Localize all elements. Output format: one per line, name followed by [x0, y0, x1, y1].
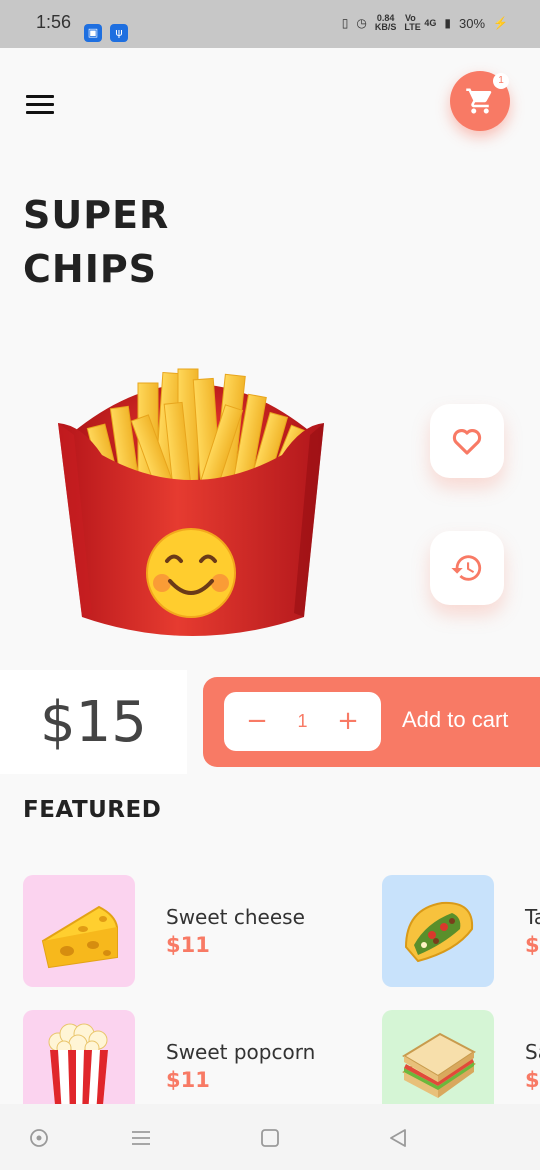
assistant-icon[interactable]: [27, 1126, 51, 1150]
cheese-icon: [41, 905, 118, 969]
usb-icon: ψ: [110, 24, 128, 42]
popcorn-icon: [48, 1023, 108, 1116]
featured-item-thumbnail: [23, 875, 135, 987]
charging-icon: ⚡: [493, 16, 508, 30]
system-navigation-bar: [0, 1104, 540, 1170]
featured-item-price: $11: [166, 933, 210, 957]
add-to-cart-bar: − 1 + Add to cart: [203, 677, 540, 767]
favorite-button[interactable]: [430, 404, 504, 478]
decrease-quantity-button[interactable]: −: [244, 708, 270, 735]
product-price: $15: [40, 689, 147, 755]
taco-icon: [404, 901, 474, 963]
status-indicators: ▯ ◷ 0.84 KB/S Vo LTE 4G ▮ 30% ⚡: [342, 14, 508, 32]
battery-level: 30%: [459, 15, 486, 31]
price-box: $15: [0, 670, 187, 774]
history-button[interactable]: [430, 531, 504, 605]
featured-item-name: Sweet cheese: [166, 905, 305, 929]
status-bar: 1:56 ▣ ψ ▯ ◷ 0.84 KB/S Vo LTE 4G ▮ 30% ⚡: [0, 0, 540, 48]
home-icon[interactable]: [258, 1126, 282, 1150]
featured-item-name: Sa: [525, 1040, 540, 1064]
signal-icon: ▮: [444, 16, 452, 30]
featured-item-price: $11: [166, 1068, 210, 1092]
featured-item-thumbnail: [382, 875, 494, 987]
featured-item-price: $: [525, 933, 540, 957]
vibrate-icon: ▯: [341, 16, 349, 30]
heart-icon: [452, 428, 482, 455]
cart-count-badge: 1: [493, 73, 509, 89]
sandwich-icon: [402, 1032, 476, 1098]
featured-item-name: Ta: [525, 905, 540, 929]
shopping-cart-icon: [466, 88, 492, 114]
featured-item-name: Sweet popcorn: [166, 1040, 316, 1064]
history-icon: [451, 555, 482, 581]
fries-illustration: [58, 368, 324, 636]
alarm-icon: ◷: [356, 16, 367, 30]
increase-quantity-button[interactable]: +: [335, 708, 361, 735]
featured-heading: FEATURED: [23, 797, 162, 823]
status-time: 1:56: [36, 12, 72, 32]
recents-menu-icon[interactable]: [129, 1126, 153, 1150]
hamburger-menu-icon[interactable]: [26, 95, 56, 117]
network-speed: 0.84 KB/S: [374, 13, 397, 32]
volte-indicator: Vo LTE: [404, 13, 421, 32]
quantity-value: 1: [297, 711, 308, 731]
add-to-cart-button[interactable]: Add to cart: [402, 707, 508, 733]
back-icon[interactable]: [386, 1126, 410, 1150]
featured-item-price: $: [525, 1068, 540, 1092]
android-app-icon: ▣: [84, 24, 102, 42]
quantity-stepper: − 1 +: [224, 692, 381, 751]
product-title: SUPER CHIPS: [23, 193, 170, 291]
network-type: 4G: [424, 17, 437, 28]
